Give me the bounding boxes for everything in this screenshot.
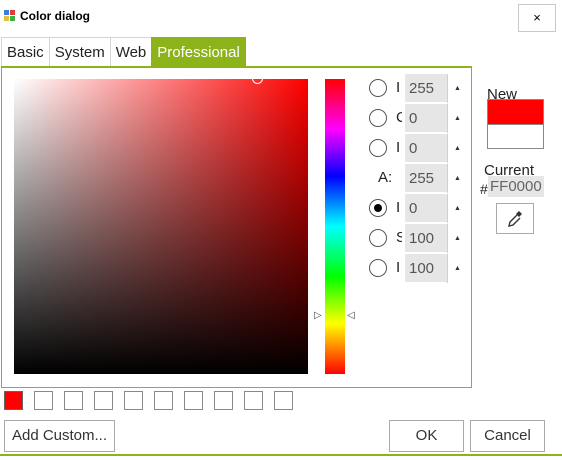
channel-radio-4[interactable]	[369, 199, 387, 217]
channel-radio-0[interactable]	[369, 79, 387, 97]
new-color-swatch	[487, 99, 544, 124]
close-button[interactable]: ×	[518, 4, 556, 32]
channel-field-6[interactable]: 100 ▲	[405, 254, 467, 283]
custom-color-swatch[interactable]	[274, 391, 293, 410]
hex-input[interactable]: FF0000	[488, 176, 544, 197]
hue-arrow-left-icon[interactable]: ▷	[314, 311, 322, 321]
channel-value-0: 255	[409, 80, 435, 97]
spin-up-icon[interactable]: ▲	[447, 254, 467, 283]
channel-radio-5[interactable]	[369, 229, 387, 247]
spin-up-icon[interactable]: ▲	[447, 104, 467, 133]
channel-field-5[interactable]: 100 ▲	[405, 224, 467, 253]
channel-radio-6[interactable]	[369, 259, 387, 277]
channel-radio-1[interactable]	[369, 109, 387, 127]
channel-radio-2[interactable]	[369, 139, 387, 157]
channel-field-1[interactable]: 0 ▲	[405, 104, 467, 133]
alpha-label: A:	[378, 169, 393, 186]
tab-web[interactable]: Web	[109, 37, 153, 67]
title-bar: Color dialog ×	[0, 0, 562, 32]
spin-up-icon[interactable]: ▲	[447, 134, 467, 163]
tab-strip: Basic System Web Professional	[1, 37, 246, 67]
custom-color-swatch[interactable]	[124, 391, 143, 410]
spin-up-icon[interactable]: ▲	[447, 224, 467, 253]
channel-field-4[interactable]: 0 ▲	[405, 194, 467, 223]
channel-field-0[interactable]: 255 ▲	[405, 74, 467, 103]
channel-field-2[interactable]: 0 ▲	[405, 134, 467, 163]
window-title: Color dialog	[20, 9, 90, 23]
tab-system[interactable]: System	[48, 37, 111, 67]
spin-up-icon[interactable]: ▲	[447, 194, 467, 223]
spin-up-icon[interactable]: ▲	[447, 164, 467, 193]
app-palette-icon	[4, 10, 17, 23]
custom-color-swatch[interactable]	[214, 391, 233, 410]
color-dialog-window: Color dialog × Basic System Web Professi…	[0, 0, 562, 460]
custom-color-swatch[interactable]	[184, 391, 203, 410]
channel-value-1: 0	[409, 110, 418, 127]
channel-value-5: 100	[409, 230, 435, 247]
hue-slider[interactable]	[325, 79, 345, 374]
channel-label-0: I	[396, 79, 401, 96]
custom-color-swatch[interactable]	[244, 391, 263, 410]
ok-button[interactable]: OK	[389, 420, 464, 452]
tab-basic[interactable]: Basic	[1, 37, 50, 67]
eyedropper-icon	[508, 211, 522, 227]
bottom-accent-line	[0, 454, 562, 456]
close-icon: ×	[533, 10, 541, 25]
channel-label-4: I	[396, 199, 401, 216]
current-color-swatch[interactable]	[487, 124, 544, 149]
custom-color-swatch[interactable]	[4, 391, 23, 410]
channel-label-1: C	[396, 109, 402, 126]
channel-field-3[interactable]: 255 ▲	[405, 164, 467, 193]
saturation-value-picker[interactable]	[14, 79, 308, 374]
spin-up-icon[interactable]: ▲	[447, 74, 467, 103]
tab-professional[interactable]: Professional	[151, 37, 246, 67]
cancel-button[interactable]: Cancel	[470, 420, 545, 452]
channel-value-6: 100	[409, 260, 435, 277]
custom-color-swatch[interactable]	[64, 391, 83, 410]
custom-color-swatch[interactable]	[94, 391, 113, 410]
sv-black-gradient	[14, 79, 308, 374]
hex-hash: #	[480, 181, 488, 197]
channel-label-2: I	[396, 139, 401, 156]
hue-arrow-right-icon[interactable]: ◁	[347, 311, 355, 321]
add-custom-button[interactable]: Add Custom...	[4, 420, 115, 452]
channel-label-6: I	[396, 259, 401, 276]
eyedropper-button[interactable]	[496, 203, 534, 234]
channel-value-3: 255	[409, 170, 435, 187]
channel-value-2: 0	[409, 140, 418, 157]
custom-color-swatch[interactable]	[34, 391, 53, 410]
custom-color-swatch[interactable]	[154, 391, 173, 410]
channel-value-4: 0	[409, 200, 418, 217]
channel-label-5: S	[396, 229, 402, 246]
sv-marker[interactable]	[252, 73, 263, 84]
